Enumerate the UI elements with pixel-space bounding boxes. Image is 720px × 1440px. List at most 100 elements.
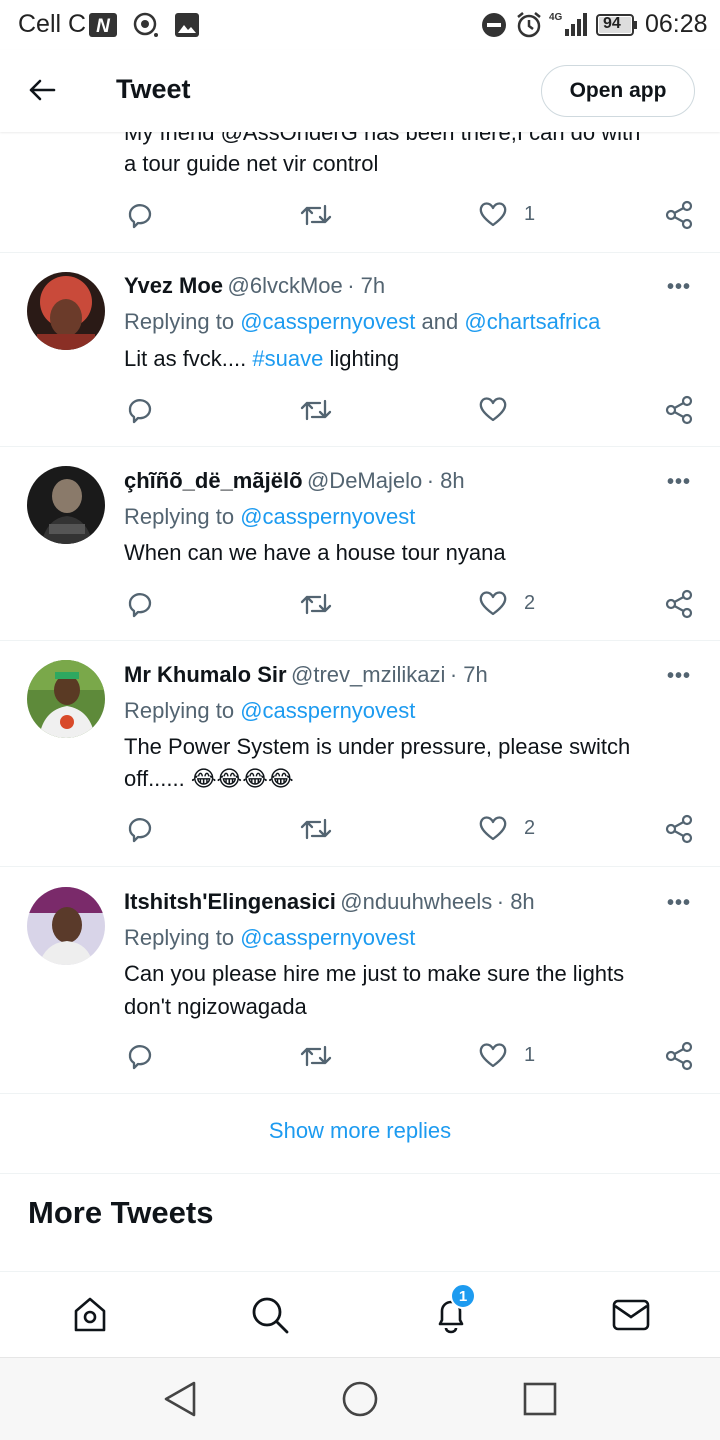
- top-app-bar: Tweet Open app: [0, 50, 720, 132]
- battery-level: 94: [603, 15, 621, 32]
- reply-icon[interactable]: [125, 1041, 155, 1071]
- more-options-icon[interactable]: •••: [667, 276, 691, 299]
- show-more-replies-link[interactable]: Show more replies: [0, 1118, 720, 1144]
- back-arrow-icon[interactable]: [28, 78, 56, 102]
- divider: [0, 446, 720, 447]
- tweet-action-bar: [0, 395, 720, 427]
- system-back-icon[interactable]: [162, 1380, 198, 1418]
- mention-link[interactable]: @casspernyovest: [240, 698, 415, 723]
- tweet-action-bar: 1: [0, 200, 720, 232]
- reply-icon[interactable]: [125, 814, 155, 844]
- like-icon[interactable]: [478, 589, 508, 617]
- svg-text:N: N: [96, 16, 111, 37]
- system-home-icon[interactable]: [341, 1380, 379, 1418]
- timestamp[interactable]: · 7h: [347, 273, 385, 298]
- carrier-label: Cell C: [18, 10, 87, 38]
- tweet-text-line1: Can you please hire me just to make sure…: [124, 961, 625, 986]
- system-recents-icon[interactable]: [522, 1381, 558, 1417]
- page-title: Tweet: [116, 74, 191, 104]
- like-icon[interactable]: [478, 1041, 508, 1069]
- system-nav-bar: [0, 1357, 720, 1440]
- display-name[interactable]: Itshitsh'Elingenasici: [124, 889, 336, 914]
- display-name[interactable]: Yvez Moe: [124, 273, 223, 298]
- divider: [0, 1173, 720, 1174]
- user-handle[interactable]: @nduuhwheels: [340, 889, 492, 914]
- divider: [0, 640, 720, 641]
- share-icon[interactable]: [664, 200, 694, 230]
- more-options-icon[interactable]: •••: [667, 665, 691, 688]
- retweet-icon[interactable]: [300, 200, 332, 230]
- like-count: 2: [524, 592, 536, 614]
- retweet-icon[interactable]: [300, 1041, 332, 1071]
- avatar[interactable]: [27, 466, 105, 544]
- like-icon[interactable]: [478, 814, 508, 842]
- more-options-icon[interactable]: •••: [667, 892, 691, 915]
- mention-link[interactable]: @casspernyovest: [240, 504, 415, 529]
- retweet-icon[interactable]: [300, 395, 332, 425]
- user-handle[interactable]: @trev_mzilikazi: [291, 662, 445, 687]
- search-icon[interactable]: [251, 1296, 289, 1334]
- like-icon[interactable]: [478, 200, 508, 228]
- more-tweets-heading: More Tweets: [28, 1195, 214, 1230]
- display-name[interactable]: Mr Khumalo Sir: [124, 662, 287, 687]
- home-icon[interactable]: [72, 1296, 108, 1334]
- tweet-text: When can we have a house tour nyana: [124, 540, 506, 565]
- tweet-text-line2: off...... 😂😂😂😂: [124, 766, 294, 791]
- timestamp[interactable]: · 7h: [450, 662, 488, 687]
- signal-icon: 4G: [549, 10, 587, 38]
- reply-header: çhĩñõ_dë_mãjëlõ @DeMajelo · 8h: [124, 468, 465, 494]
- avatar[interactable]: [27, 660, 105, 738]
- divider: [0, 1093, 720, 1094]
- divider: [0, 866, 720, 867]
- share-icon[interactable]: [664, 395, 694, 425]
- gallery-icon: [174, 12, 200, 38]
- user-handle[interactable]: @DeMajelo: [307, 468, 422, 493]
- avatar[interactable]: [27, 887, 105, 965]
- n-notification-icon: N: [88, 12, 118, 38]
- tweet-action-bar: 2: [0, 589, 720, 621]
- tweet-text: Lit as fvck.... #suave lighting: [124, 346, 400, 371]
- reply-header: Mr Khumalo Sir @trev_mzilikazi · 7h: [124, 662, 488, 688]
- bottom-nav-bar: 1: [0, 1271, 720, 1357]
- timestamp[interactable]: · 8h: [497, 889, 535, 914]
- open-app-button[interactable]: Open app: [541, 65, 695, 117]
- like-count: 1: [524, 1044, 536, 1066]
- notification-badge: 1: [450, 1283, 476, 1309]
- timestamp[interactable]: · 8h: [427, 468, 465, 493]
- reply-icon[interactable]: [125, 200, 155, 230]
- tweet-text-line2: don't ngizowagada: [124, 994, 307, 1019]
- reply-icon[interactable]: [125, 589, 155, 619]
- share-icon[interactable]: [664, 1041, 694, 1071]
- svg-text:4G: 4G: [549, 12, 563, 23]
- avatar[interactable]: [27, 272, 105, 350]
- retweet-icon[interactable]: [300, 814, 332, 844]
- status-bar: Cell C N 4G 94 06:28: [0, 0, 720, 50]
- messages-icon[interactable]: [612, 1298, 650, 1332]
- replying-to: Replying to @casspernyovest: [124, 698, 416, 723]
- replying-to: Replying to @casspernyovest: [124, 504, 416, 529]
- mention-link[interactable]: @chartsafrica: [464, 309, 600, 334]
- like-icon[interactable]: [478, 395, 508, 423]
- user-handle[interactable]: @6lvckMoe: [228, 273, 343, 298]
- partial-tweet-line2: a tour guide net vir control: [124, 151, 379, 176]
- mention-link[interactable]: @casspernyovest: [240, 309, 415, 334]
- alarm-icon: [515, 11, 543, 39]
- reply-header: Itshitsh'Elingenasici @nduuhwheels · 8h: [124, 889, 535, 915]
- reply-header: Yvez Moe @6lvckMoe · 7h: [124, 273, 385, 299]
- hotspot-icon: [132, 12, 160, 38]
- reply-icon[interactable]: [125, 395, 155, 425]
- replying-to: Replying to @casspernyovest: [124, 925, 416, 950]
- divider: [0, 252, 720, 253]
- mention-link[interactable]: @casspernyovest: [240, 925, 415, 950]
- tweet-text-line1: The Power System is under pressure, plea…: [124, 734, 631, 759]
- share-icon[interactable]: [664, 814, 694, 844]
- display-name[interactable]: çhĩñõ_dë_mãjëlõ: [124, 468, 303, 493]
- hashtag-link[interactable]: #suave: [252, 346, 323, 371]
- more-options-icon[interactable]: •••: [667, 471, 691, 494]
- retweet-icon[interactable]: [300, 589, 332, 619]
- share-icon[interactable]: [664, 589, 694, 619]
- tweet-action-bar: 2: [0, 814, 720, 846]
- replying-to: Replying to @casspernyovest and @chartsa…: [124, 309, 601, 334]
- dnd-icon: [481, 12, 507, 38]
- like-count: 2: [524, 817, 536, 839]
